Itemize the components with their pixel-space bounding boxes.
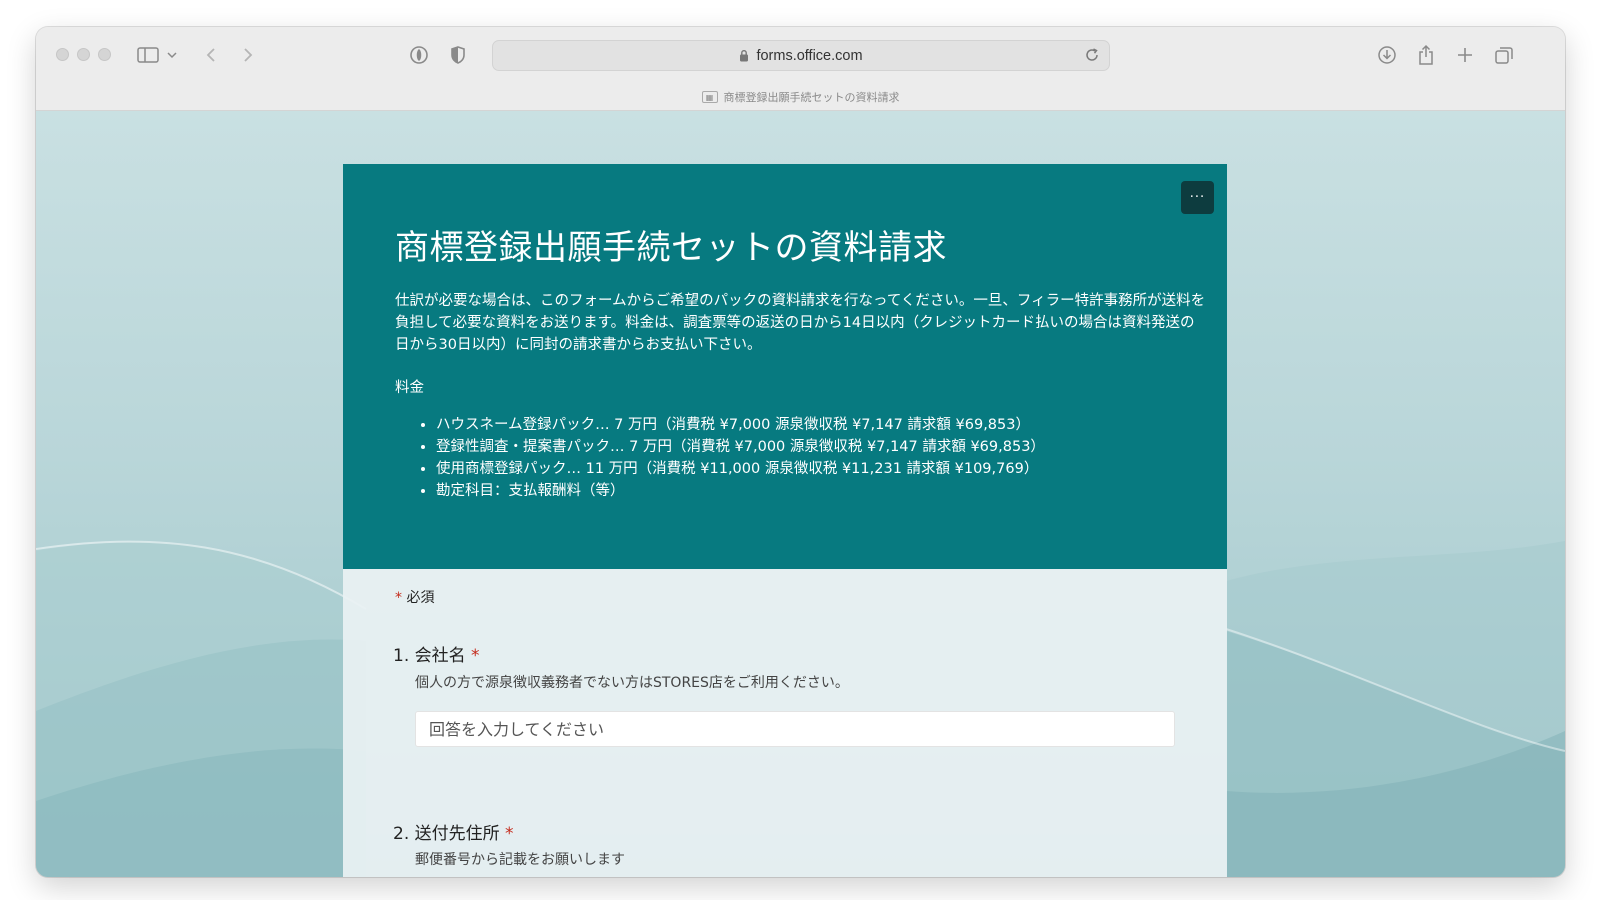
sidebar-toggle-icon[interactable] — [136, 43, 160, 67]
fee-item: 使用商標登録パック… 11 万円（消費税 ¥11,000 源泉徴収税 ¥11,2… — [436, 458, 1045, 480]
more-options-button[interactable]: ··· — [1181, 181, 1214, 214]
question-number: 1. — [393, 646, 410, 666]
fee-heading: 料金 — [395, 380, 424, 396]
address-bar[interactable]: forms.office.com — [492, 40, 1110, 71]
active-tab[interactable]: ▦ 商標登録出願手続セットの資料請求 — [36, 89, 1565, 105]
new-tab-icon[interactable] — [1453, 43, 1477, 67]
fee-list: ハウスネーム登録パック… 7 万円（消費税 ¥7,000 源泉徴収税 ¥7,14… — [436, 414, 1045, 502]
required-star: * — [471, 646, 480, 666]
question-2-title: 2. 送付先住所 * — [393, 819, 514, 844]
back-icon[interactable] — [199, 43, 223, 67]
share-icon[interactable] — [1414, 43, 1438, 67]
close-window-button[interactable] — [56, 48, 69, 61]
browser-window: forms.office.com ▦ 商標登録出願手続セットの資料請求 ··· … — [36, 27, 1565, 877]
required-note: * 必須 — [395, 587, 434, 607]
form-body: * 必須 1. 会社名 * 個人の方で源泉徴収義務者でない方はSTORES店をご… — [343, 569, 1227, 877]
forms-icon: ▦ — [701, 91, 718, 103]
chevron-down-icon[interactable] — [164, 43, 180, 67]
question-number: 2. — [393, 824, 410, 844]
minimize-window-button[interactable] — [77, 48, 90, 61]
form-header: ··· 商標登録出願手続セットの資料請求 仕訳が必要な場合は、このフォームからご… — [343, 164, 1227, 569]
form-title: 商標登録出願手続セットの資料請求 — [395, 228, 947, 268]
question-1-subtitle: 個人の方で源泉徴収義務者でない方はSTORES店をご利用ください。 — [415, 675, 849, 691]
page-content[interactable]: ··· 商標登録出願手続セットの資料請求 仕訳が必要な場合は、このフォームからご… — [36, 111, 1565, 877]
browser-toolbar: forms.office.com — [36, 27, 1565, 83]
form-description: 仕訳が必要な場合は、このフォームからご希望のパックの資料請求を行なってください。… — [395, 293, 1206, 353]
shield-icon[interactable] — [446, 43, 470, 67]
reload-icon[interactable] — [1083, 46, 1101, 68]
tab-title: 商標登録出願手続セットの資料請求 — [723, 91, 900, 104]
question-label: 送付先住所 — [414, 824, 500, 844]
fee-item: 勘定科目：支払報酬料（等） — [436, 480, 1045, 502]
question-label: 会社名 — [414, 646, 466, 666]
tab-overview-icon[interactable] — [1492, 43, 1516, 67]
fee-item: ハウスネーム登録パック… 7 万円（消費税 ¥7,000 源泉徴収税 ¥7,14… — [436, 414, 1045, 436]
required-label: 必須 — [406, 590, 435, 606]
fee-item: 登録性調査・提案書パック… 7 万円（消費税 ¥7,000 源泉徴収税 ¥7,1… — [436, 436, 1045, 458]
zoom-window-button[interactable] — [98, 48, 111, 61]
required-star: * — [395, 590, 402, 606]
company-name-input[interactable] — [415, 711, 1175, 747]
question-2-subtitle: 郵便番号から記載をお願いします — [415, 852, 625, 868]
tab-bar: ▦ 商標登録出願手続セットの資料請求 — [36, 83, 1565, 111]
form-card: ··· 商標登録出願手続セットの資料請求 仕訳が必要な場合は、このフォームからご… — [343, 164, 1227, 877]
question-1-title: 1. 会社名 * — [393, 641, 480, 666]
download-icon[interactable] — [1375, 43, 1399, 67]
required-star: * — [505, 824, 514, 844]
privacy-report-icon[interactable] — [407, 43, 431, 67]
forward-icon[interactable] — [236, 43, 260, 67]
lock-icon — [739, 49, 749, 62]
url-text: forms.office.com — [756, 47, 863, 64]
